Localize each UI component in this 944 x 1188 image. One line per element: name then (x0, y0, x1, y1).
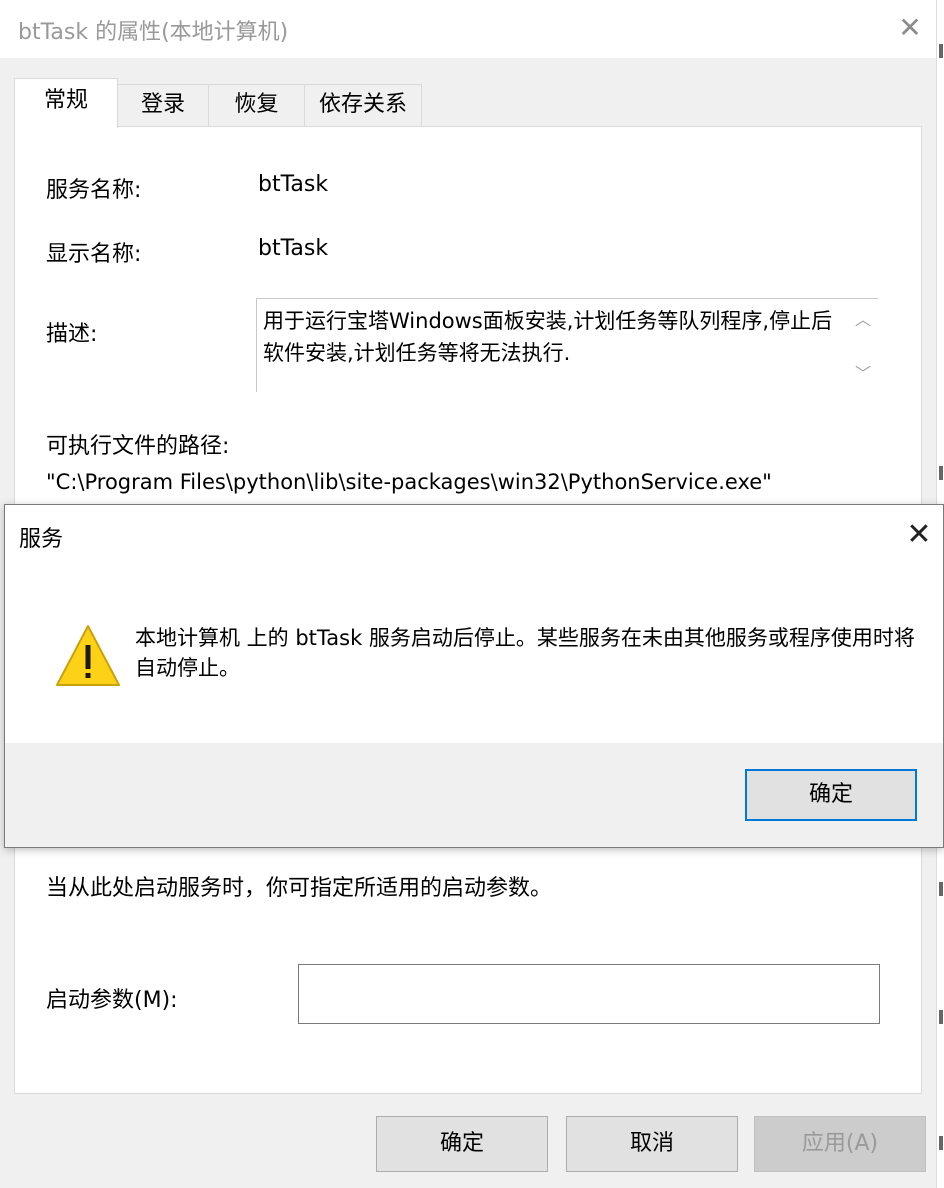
description-label: 描述: (46, 322, 98, 347)
dialog-close-icon[interactable]: ✕ (897, 513, 941, 557)
description-scrollbar[interactable]: ︿ ﹀ (848, 299, 878, 391)
display-name-value: btTask (258, 236, 329, 261)
dialog-message: 本地计算机 上的 btTask 服务启动后停止。某些服务在未由其他服务或程序使用… (135, 626, 915, 680)
edge-mark (939, 1136, 943, 1150)
start-params-hint: 当从此处启动服务时，你可指定所适用的启动参数。 (46, 876, 553, 901)
window-title: btTask 的属性(本地计算机) (18, 20, 289, 45)
edge-mark (939, 44, 943, 58)
tab-general[interactable]: 常规 (14, 78, 118, 128)
title-bar: btTask 的属性(本地计算机) ✕ (0, 0, 944, 58)
edge-mark (939, 1010, 943, 1024)
edge-mark (939, 466, 943, 480)
service-name-label: 服务名称: (46, 178, 142, 203)
service-name-value: btTask (258, 172, 329, 197)
exe-path-value: "C:\Program Files\python\lib\site-packag… (46, 470, 772, 494)
cancel-button[interactable]: 取消 (566, 1116, 738, 1172)
scroll-up-icon[interactable]: ︿ (854, 311, 872, 329)
start-params-input[interactable] (298, 964, 880, 1024)
tab-recovery[interactable]: 恢复 (208, 84, 305, 126)
tab-dependencies[interactable]: 依存关系 (304, 84, 422, 126)
display-name-label: 显示名称: (46, 242, 142, 267)
edge-mark (939, 882, 943, 896)
close-icon[interactable]: ✕ (884, 6, 936, 52)
dialog-footer: 确定 (5, 743, 943, 847)
warning-icon (56, 625, 120, 686)
service-message-dialog: 服务 ✕ 本地计算机 上的 btTask 服务启动后停止。某些服务在未由其他服务… (4, 504, 944, 848)
scroll-down-icon[interactable]: ﹀ (854, 365, 872, 383)
exe-path-label: 可执行文件的路径: (46, 434, 230, 459)
description-field[interactable]: 用于运行宝塔Windows面板安装,计划任务等队列程序,停止后软件安装,计划任务… (256, 298, 878, 392)
dialog-title: 服务 (19, 527, 64, 552)
description-text: 用于运行宝塔Windows面板安装,计划任务等队列程序,停止后软件安装,计划任务… (263, 309, 833, 365)
dialog-ok-button[interactable]: 确定 (745, 769, 917, 821)
start-params-label: 启动参数(M): (46, 988, 178, 1013)
apply-button[interactable]: 应用(A) (754, 1116, 926, 1172)
ok-button[interactable]: 确定 (376, 1116, 548, 1172)
tab-logon[interactable]: 登录 (117, 84, 209, 126)
